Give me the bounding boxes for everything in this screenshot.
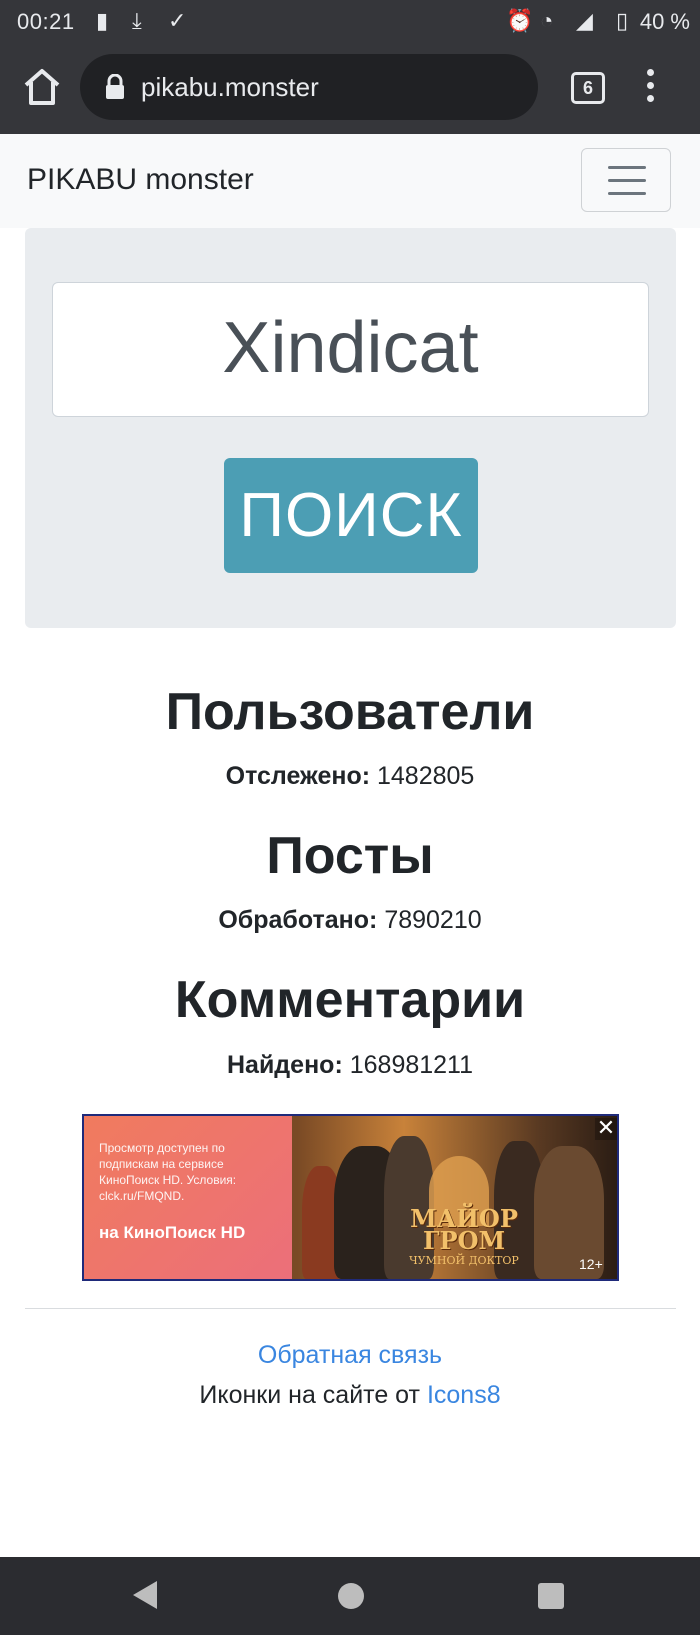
system-nav-bar [0,1557,700,1635]
comments-stat-value: 168981211 [349,1051,474,1079]
status-bar: 00:21 ▮ ⤓ ✓ ⏰ ◔ ◢ ▯ 40 % [0,0,700,42]
url-text: pikabu.monster [141,72,319,102]
hamburger-icon [608,166,646,169]
users-stat-value: 1482805 [377,762,475,790]
battery-icon: ▯ [616,8,629,33]
ad-movie-title: МАЙОР ГРОМ [410,1204,518,1255]
more-vert-icon[interactable] [640,69,660,105]
home-circle-icon[interactable] [338,1583,364,1609]
download-done-icon: ✓ [168,8,187,33]
wifi-icon: ◔ [540,8,554,33]
notification-icon: ▮ [96,8,109,33]
ad-promo-panel: Просмотр доступен по подпискам на сервис… [84,1116,292,1279]
address-bar[interactable]: pikabu.monster [80,54,538,120]
alarm-icon: ⏰ [506,8,534,33]
search-button[interactable]: ПОИСК [224,458,478,573]
feedback-link[interactable]: Обратная связь [0,1341,700,1370]
posts-stat: Обработано: 7890210 [0,906,700,935]
site-navbar: PIKABU monster [0,134,700,228]
posts-stat-value: 7890210 [384,906,482,934]
footer-divider [25,1308,676,1309]
status-time: 00:21 [17,9,75,34]
users-heading: Пользователи [165,683,535,741]
close-icon[interactable]: ✕ [595,1117,617,1140]
tab-switcher-button[interactable]: 6 [571,72,605,104]
users-stat: Отслежено: 1482805 [0,762,700,791]
ad-terms-text: Просмотр доступен по подпискам на сервис… [99,1141,237,1203]
download-icon: ⤓ [132,8,142,33]
home-icon[interactable] [20,65,64,109]
comments-stat: Найдено: 168981211 [0,1051,700,1080]
signal-icon: ◢ [576,8,593,33]
ad-age-rating: 12+ [579,1256,603,1272]
search-panel: Xindicat ПОИСК [25,228,676,628]
icons8-link[interactable]: Icons8 [427,1381,501,1409]
recents-icon[interactable] [538,1583,564,1609]
browser-toolbar: pikabu.monster 6 [0,42,700,134]
posts-stat-label: Обработано: [218,906,378,934]
users-stat-label: Отслежено: [225,762,371,790]
battery-percent: 40 % [639,9,690,34]
back-icon[interactable] [133,1581,157,1609]
lock-icon [106,74,124,99]
comments-heading: Комментарии [174,971,526,1029]
posts-heading: Посты [266,827,434,885]
ad-movie-subtitle: ЧУМНОЙ ДОКТОР [409,1254,519,1267]
search-input[interactable]: Xindicat [52,282,649,417]
credit-text: Иконки на сайте от [199,1381,420,1409]
navbar-toggler-button[interactable] [581,148,671,212]
ad-brand-text: на КиноПоиск HD [99,1223,246,1242]
ad-banner[interactable]: Просмотр доступен по подпискам на сервис… [82,1114,619,1281]
site-brand[interactable]: PIKABU monster [27,163,254,197]
icons-credit: Иконки на сайте от Icons8 [0,1381,700,1410]
comments-stat-label: Найдено: [226,1051,343,1079]
